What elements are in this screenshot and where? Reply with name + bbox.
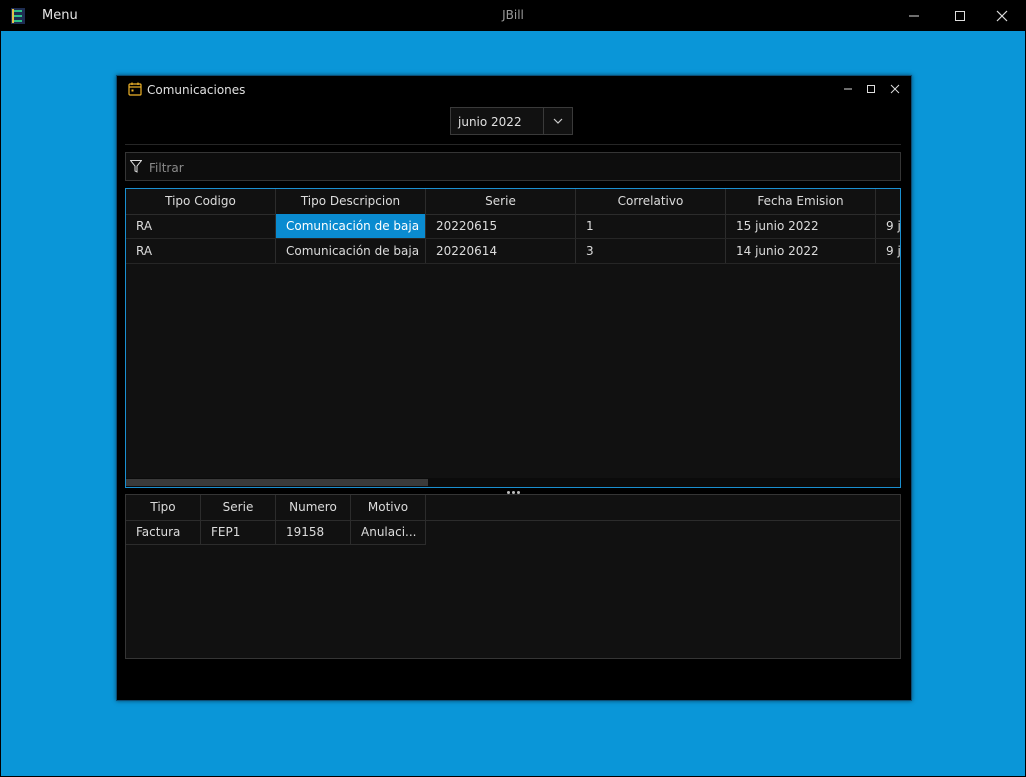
cell-tipo-codigo[interactable]: RA (126, 214, 276, 238)
table-header: Tipo Codigo Tipo Descripcion Serie Corre… (126, 189, 900, 215)
cell-serie[interactable]: 20220614 (426, 239, 576, 263)
table-header: Tipo Serie Numero Motivo (126, 495, 900, 521)
comunicaciones-window: Comunicaciones junio 2022 Tipo Codigo Ti… (116, 75, 912, 701)
column-header-extra[interactable] (876, 189, 900, 214)
month-select-dropdown-button[interactable] (543, 108, 572, 134)
window-title: Comunicaciones (147, 83, 246, 97)
column-header-tipo[interactable]: Tipo (126, 495, 201, 520)
cell-correlativo[interactable]: 1 (576, 214, 726, 238)
close-icon (890, 84, 900, 94)
column-header-tipo-descripcion[interactable]: Tipo Descripcion (276, 189, 426, 214)
detalle-table[interactable]: Tipo Serie Numero Motivo Factura FEP1 19… (125, 494, 901, 659)
cell-extra[interactable]: 9 ju (876, 239, 900, 263)
cell-serie[interactable]: FEP1 (201, 520, 276, 544)
cell-tipo-descripcion[interactable]: Comunicación de baja (276, 239, 426, 263)
horizontal-scrollbar[interactable] (126, 478, 900, 487)
app-title: JBill (502, 8, 524, 22)
table-row[interactable]: Factura FEP1 19158 Anulaci... (126, 520, 426, 545)
month-select[interactable]: junio 2022 (450, 107, 573, 135)
app-title-bar: Menu JBill (1, 1, 1025, 31)
filter-input[interactable] (147, 157, 851, 179)
cell-extra[interactable]: 9 ju (876, 214, 900, 238)
cell-fecha-emision[interactable]: 14 junio 2022 (726, 239, 876, 263)
cell-numero[interactable]: 19158 (276, 520, 351, 544)
window-maximize-button[interactable] (864, 82, 878, 96)
maximize-button[interactable] (937, 1, 983, 31)
column-header-fecha-emision[interactable]: Fecha Emision (726, 189, 876, 214)
column-header-serie[interactable]: Serie (426, 189, 576, 214)
column-header-serie[interactable]: Serie (201, 495, 276, 520)
cell-fecha-emision[interactable]: 15 junio 2022 (726, 214, 876, 238)
column-header-numero[interactable]: Numero (276, 495, 351, 520)
comunicaciones-table[interactable]: Tipo Codigo Tipo Descripcion Serie Corre… (125, 188, 901, 488)
close-button[interactable] (979, 1, 1025, 31)
column-header-tipo-codigo[interactable]: Tipo Codigo (126, 189, 276, 214)
minimize-icon (909, 15, 919, 17)
column-header-motivo[interactable]: Motivo (351, 495, 426, 520)
maximize-icon (955, 11, 965, 21)
cell-serie[interactable]: 20220615 (426, 214, 576, 238)
calendar-icon (128, 82, 142, 96)
cell-motivo[interactable]: Anulaci... (351, 520, 426, 544)
cell-tipo[interactable]: Factura (126, 520, 201, 544)
maximize-icon (867, 85, 875, 93)
table-row[interactable]: RA Comunicación de baja 20220614 3 14 ju… (126, 239, 900, 264)
minimize-button[interactable] (891, 1, 937, 31)
scrollbar-thumb[interactable] (126, 479, 428, 486)
filter-icon (130, 160, 142, 173)
cell-correlativo[interactable]: 3 (576, 239, 726, 263)
column-header-correlativo[interactable]: Correlativo (576, 189, 726, 214)
window-minimize-button[interactable] (841, 82, 855, 96)
cell-tipo-codigo[interactable]: RA (126, 239, 276, 263)
cell-tipo-descripcion-selected[interactable]: Comunicación de baja (276, 214, 426, 238)
divider (125, 144, 901, 145)
chevron-down-icon (553, 118, 563, 124)
table-row[interactable]: RA Comunicación de baja 20220615 1 15 ju… (126, 214, 900, 239)
minimize-icon (844, 88, 852, 90)
filter-box[interactable] (125, 152, 901, 181)
month-select-value: junio 2022 (458, 115, 522, 129)
window-close-button[interactable] (888, 82, 902, 96)
close-icon (996, 10, 1008, 22)
